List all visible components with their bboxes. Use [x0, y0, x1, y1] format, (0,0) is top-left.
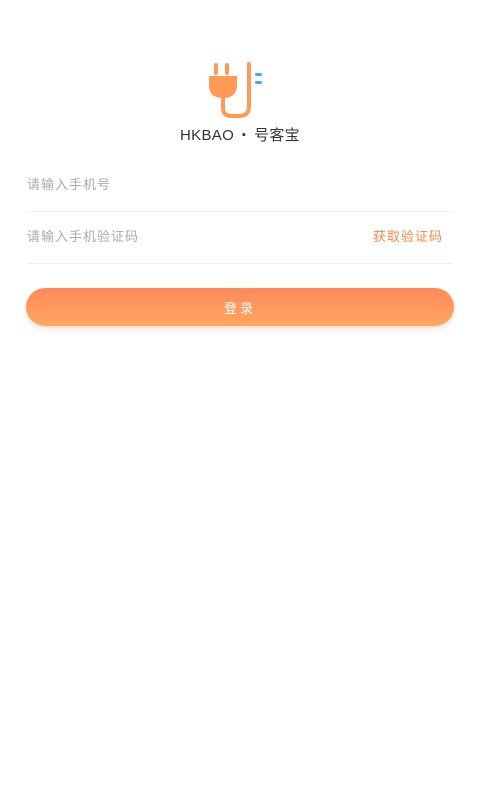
login-screen: HKBAO · 号客宝 获取验证码 登录: [0, 0, 480, 800]
get-code-button[interactable]: 获取验证码: [373, 212, 443, 263]
brand-name-cn: 号客宝: [254, 126, 300, 144]
plug-icon: [209, 62, 262, 118]
login-button[interactable]: 登录: [26, 288, 454, 326]
logo: HKBAO · 号客宝: [0, 60, 480, 145]
brand-separator: ·: [241, 126, 248, 144]
verification-code-field: 获取验证码: [27, 212, 453, 264]
brand-name: HKBAO · 号客宝: [0, 124, 480, 145]
brand-name-en: HKBAO: [180, 127, 235, 144]
verification-code-input[interactable]: [27, 212, 347, 263]
phone-input[interactable]: [27, 160, 453, 211]
phone-field: [27, 160, 453, 212]
